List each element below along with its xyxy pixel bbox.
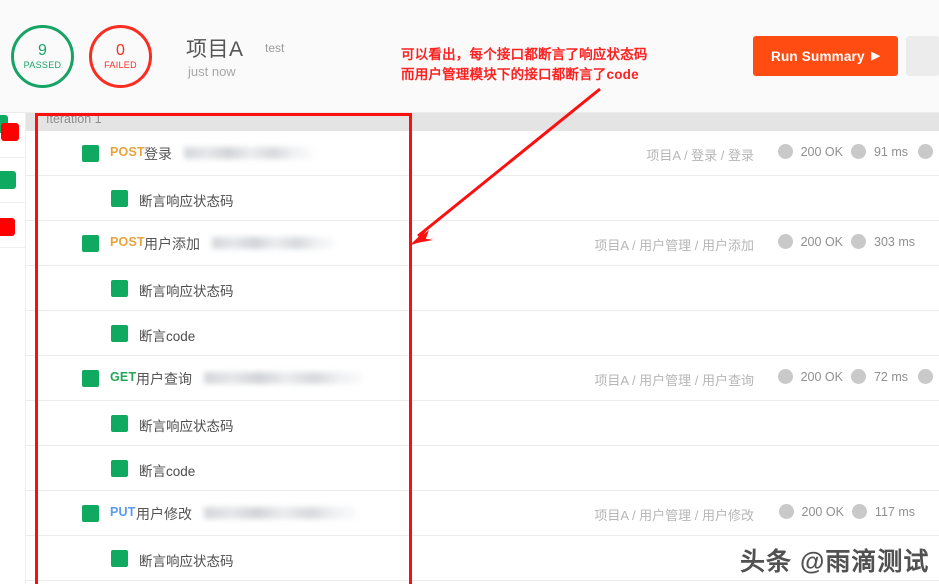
- run-summary-button[interactable]: Run Summary ▶: [753, 36, 898, 76]
- response-time: 303 ms: [874, 234, 915, 249]
- assertion-row[interactable]: 断言code: [26, 446, 939, 491]
- response-time: 117 ms: [874, 504, 915, 519]
- assertion-row[interactable]: 断言code: [26, 311, 939, 356]
- request-name: 登录: [144, 146, 172, 162]
- request-status-chip-pass: [82, 370, 99, 387]
- request-name: 用户添加: [144, 236, 200, 252]
- assertion-label: 断言code: [139, 329, 196, 344]
- response-time-dot-icon: [850, 369, 866, 384]
- request-name: 用户查询: [136, 371, 192, 387]
- passed-label: PASSED: [23, 60, 62, 70]
- assertion-status-chip-pass: [111, 415, 128, 432]
- request-row[interactable]: POST 用户添加 项目A / 用户管理 / 用户添加 200 OK 303 ms: [26, 221, 939, 266]
- assertion-row[interactable]: 断言响应状态码: [26, 401, 939, 446]
- response-size-dot-icon: [918, 144, 933, 159]
- failed-label: FAILED: [104, 60, 137, 70]
- assertion-label: 断言响应状态码: [139, 419, 234, 434]
- response-time-dot-icon: [851, 504, 867, 519]
- request-status-chip-pass: [82, 235, 99, 252]
- response-time-dot-icon: [850, 144, 866, 159]
- annotation-line-1: 可以看出，每个接口都断言了响应状态码: [401, 47, 648, 62]
- rail-chip-green: [0, 171, 16, 189]
- run-environment-tag: test: [265, 41, 285, 55]
- response-code-dot-icon: [777, 144, 793, 159]
- assertion-status-chip-pass: [111, 325, 128, 342]
- annotation-text: 可以看出，每个接口都断言了响应状态码 而用户管理模块下的接口都断言了code: [401, 45, 648, 85]
- assertion-row[interactable]: 断言响应状态码: [26, 176, 939, 221]
- request-metrics: 200 OK 303 ms: [777, 234, 915, 249]
- response-code: 200 OK: [801, 504, 844, 519]
- assertion-label: 断言响应状态码: [139, 284, 234, 299]
- run-title: 项目A: [186, 38, 244, 61]
- assertion-status-chip-pass: [111, 460, 128, 477]
- request-name: 用户修改: [136, 506, 192, 522]
- watermark: 头条 @雨滴测试: [740, 548, 930, 576]
- request-breadcrumb: 项目A / 用户管理 / 用户查询: [594, 373, 754, 388]
- response-code-dot-icon: [778, 504, 794, 519]
- request-method: PUT: [110, 505, 136, 519]
- request-status-chip-pass: [82, 505, 99, 522]
- request-url-masked: [204, 507, 356, 519]
- iteration-header: Iteration 1: [26, 112, 939, 131]
- request-method: GET: [110, 370, 137, 384]
- postman-run-results-page: 9 PASSED 0 FAILED 项目A test just now Run …: [0, 0, 939, 584]
- request-method: POST: [110, 145, 145, 159]
- passed-stat-donut: 9 PASSED: [11, 25, 74, 88]
- request-url-masked: [184, 147, 312, 159]
- request-metrics: 200 OK 72 ms: [777, 369, 933, 384]
- response-time: 91 ms: [873, 144, 908, 159]
- chevron-right-icon: ▶: [871, 50, 880, 62]
- header-secondary-button[interactable]: [906, 36, 939, 76]
- assertion-label: 断言code: [139, 464, 196, 479]
- assertion-row[interactable]: 断言响应状态码: [26, 266, 939, 311]
- left-status-rail: [0, 113, 26, 584]
- rail-cell: [0, 203, 26, 248]
- request-method: POST: [110, 235, 145, 249]
- request-metrics: 200 OK 117 ms: [778, 504, 915, 519]
- failed-count: 0: [116, 42, 125, 59]
- assertion-status-chip-pass: [111, 280, 128, 297]
- rail-cell: [0, 158, 26, 203]
- response-code-dot-icon: [777, 369, 793, 384]
- request-row[interactable]: PUT 用户修改 项目A / 用户管理 / 用户修改 200 OK 117 ms: [26, 491, 939, 536]
- response-code-dot-icon: [777, 234, 793, 249]
- assertion-label: 断言响应状态码: [139, 554, 234, 569]
- run-timestamp: just now: [188, 64, 236, 79]
- request-url-masked: [204, 372, 362, 384]
- annotation-line-2: 而用户管理模块下的接口都断言了code: [401, 67, 639, 82]
- request-status-chip-pass: [82, 145, 99, 162]
- rail-cell: [0, 113, 26, 158]
- response-size-dot-icon: [918, 369, 933, 384]
- rail-chip-red: [0, 218, 15, 236]
- response-code: 200 OK: [800, 144, 843, 159]
- failed-stat-donut: 0 FAILED: [89, 25, 152, 88]
- run-summary-label: Run Summary: [771, 48, 865, 64]
- request-breadcrumb: 项目A / 登录 / 登录: [646, 148, 754, 163]
- response-code: 200 OK: [800, 369, 843, 384]
- request-url-masked: [212, 237, 334, 249]
- assertion-status-chip-pass: [111, 550, 128, 567]
- request-breadcrumb: 项目A / 用户管理 / 用户添加: [594, 238, 754, 253]
- passed-count: 9: [38, 42, 47, 59]
- iteration-label: Iteration 1: [46, 112, 102, 126]
- request-metrics: 200 OK 91 ms: [777, 144, 933, 159]
- response-time: 72 ms: [873, 369, 908, 384]
- assertion-label: 断言响应状态码: [139, 194, 234, 209]
- results-list: POST 登录 项目A / 登录 / 登录 200 OK 91 ms 断言响应状态码 POS…: [26, 131, 939, 581]
- response-time-dot-icon: [851, 234, 866, 249]
- request-row[interactable]: POST 登录 项目A / 登录 / 登录 200 OK 91 ms: [26, 131, 939, 176]
- rail-chip-red: [1, 123, 19, 141]
- assertion-status-chip-pass: [111, 190, 128, 207]
- response-code: 200 OK: [800, 234, 843, 249]
- request-row[interactable]: GET 用户查询 项目A / 用户管理 / 用户查询 200 OK 72 ms: [26, 356, 939, 401]
- request-breadcrumb: 项目A / 用户管理 / 用户修改: [594, 508, 754, 523]
